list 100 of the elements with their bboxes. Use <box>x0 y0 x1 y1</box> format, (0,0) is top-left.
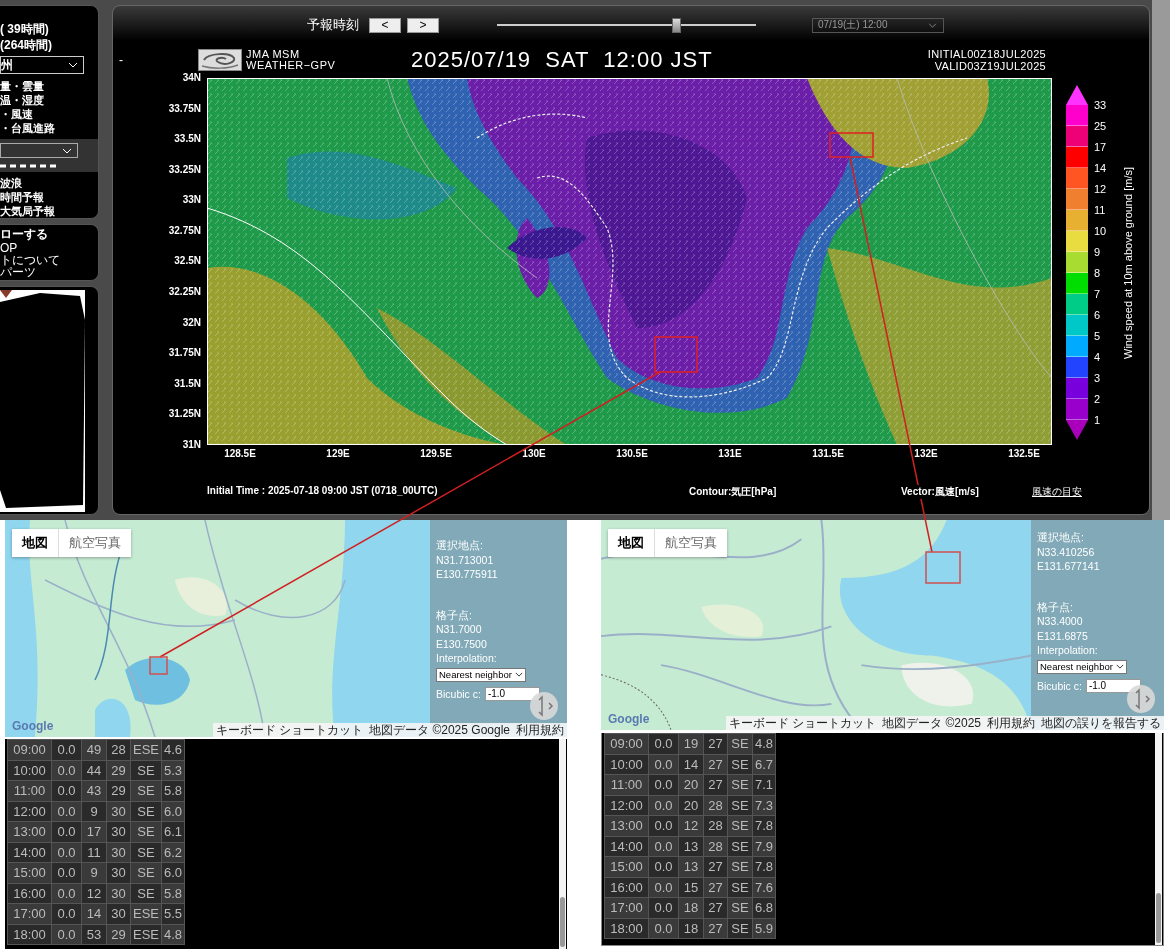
axis-tick-label: 131E <box>718 448 742 460</box>
attribution-link[interactable]: 地図の誤りを報告する <box>1041 716 1161 730</box>
scale-label: 33 <box>1094 98 1108 113</box>
menu-item[interactable]: 波浪 <box>0 176 98 190</box>
map-type-tab[interactable]: 航空写真 <box>59 529 131 557</box>
menu-item[interactable]: ・風速 <box>0 107 98 121</box>
previous-button[interactable]: < <box>369 17 401 33</box>
map-logo: Google <box>12 719 54 733</box>
selection-marker <box>925 551 961 584</box>
caret-icon <box>62 147 72 154</box>
table-cell: 4.6 <box>161 739 185 760</box>
interpolation-select[interactable]: Nearest neighbor <box>1037 659 1127 674</box>
info-label: Interpolation: <box>1037 643 1099 658</box>
scale-label: 17 <box>1094 140 1108 155</box>
product-name: WEATHER−GPV <box>246 60 337 71</box>
axis-tick-label: 34N <box>182 72 201 84</box>
menu-link[interactable]: OP <box>0 242 98 254</box>
axis-tick-label: 32.75N <box>168 224 201 237</box>
table-cell: 17:00 <box>604 897 649 918</box>
scale-label: 12 <box>1094 182 1108 197</box>
bicubic-field[interactable]: -1.0 <box>1085 678 1141 693</box>
map-type-tab[interactable]: 地図 <box>608 529 655 557</box>
menu-item[interactable]: 温・湿度 <box>0 93 98 107</box>
wind-guide-link[interactable]: 風速の目安 <box>1032 485 1082 499</box>
info-value: E130.7500 <box>436 636 488 651</box>
caret-icon <box>928 22 937 28</box>
caret-icon <box>1116 664 1124 669</box>
table-cell: 09:00 <box>604 733 649 754</box>
table-cell: SE <box>727 733 753 754</box>
menu-item[interactable]: 量・雲量 <box>0 79 98 93</box>
table-cell: 18:00 <box>604 918 649 939</box>
scale-label: 6 <box>1094 308 1102 323</box>
time-select[interactable]: 07/19(土) 12:00 <box>812 17 944 33</box>
table-cell: 14:00 <box>7 842 52 863</box>
info-value: N31.713001 <box>436 552 495 567</box>
pan-control-icon[interactable] <box>529 691 559 721</box>
attribution-link[interactable]: 地図データ ©2025 <box>882 716 981 730</box>
table-cell: 27 <box>703 733 728 754</box>
axis-tick-label: 31.75N <box>168 347 201 360</box>
scale-label: 3 <box>1094 371 1102 386</box>
scrollbar[interactable] <box>1152 0 1170 520</box>
menu-link[interactable]: パーツ <box>0 266 98 278</box>
pan-control-icon[interactable] <box>1126 684 1156 714</box>
menu-item[interactable]: 大気局予報 <box>0 204 98 218</box>
table-cell: 12:00 <box>7 801 52 822</box>
info-label: Bicubic c: <box>1037 678 1082 693</box>
info-value: E130.775911 <box>436 567 499 582</box>
table-cell: 09:00 <box>7 739 52 760</box>
map-type-tab[interactable]: 航空写真 <box>655 529 727 557</box>
caret-icon <box>68 62 78 68</box>
selection-marker <box>149 656 168 675</box>
initial-time-note: Initial Time : 2025-07-18 09:00 JST (0718_00UTC) <box>207 485 438 499</box>
info-label: 格子点: <box>436 607 473 622</box>
table-cell: ESE <box>130 739 162 760</box>
table-cell: 16:00 <box>604 877 649 898</box>
info-value: N33.410256 <box>1037 544 1096 559</box>
axis-tick-label: 128.5E <box>224 448 256 460</box>
model-name: JMA MSM <box>246 49 301 60</box>
table-cell: 10:00 <box>604 754 649 775</box>
scrollbar[interactable] <box>559 739 566 949</box>
scale-label: 2 <box>1094 392 1102 407</box>
initial-time: INITIAL00Z18JUL2025 <box>927 48 1046 60</box>
menu-item[interactable]: 時間予報 <box>0 190 98 204</box>
table-cell: 19 <box>678 733 704 754</box>
valid-time: VALID03Z19JUL2025 <box>934 60 1046 72</box>
attribution-link[interactable]: 利用規約 <box>516 723 564 737</box>
map-type-tab[interactable]: 地図 <box>12 529 59 557</box>
attribution-link[interactable]: 利用規約 <box>987 716 1035 730</box>
axis-tick-label: 132E <box>914 448 938 460</box>
table-cell: 13:00 <box>604 815 649 836</box>
info-value: E131.677141 <box>1037 559 1101 574</box>
forecast-range[interactable]: ( 39時間) <box>0 21 98 37</box>
scale-label: 9 <box>1094 245 1102 260</box>
interpolation-select[interactable]: Nearest neighbor <box>436 667 526 682</box>
selection-marker <box>654 336 698 373</box>
contour-note: Contour:気圧[hPa] <box>689 485 777 499</box>
next-button[interactable]: > <box>407 17 439 33</box>
scrollbar[interactable] <box>1155 733 1162 945</box>
selection-marker <box>829 132 874 158</box>
attribution-link[interactable]: 地図データ ©2025 Google <box>369 723 510 737</box>
forecast-range[interactable]: (264時間) <box>0 37 98 53</box>
table-cell: 13:00 <box>7 821 52 842</box>
bicubic-field[interactable]: -1.0 <box>484 686 540 701</box>
attribution-link[interactable]: キーボード ショートカット <box>215 723 364 737</box>
attribution-link[interactable]: キーボード ショートカット <box>728 716 877 730</box>
info-value: N33.4000 <box>1037 614 1084 629</box>
table-cell: 15:00 <box>604 856 649 877</box>
menu-item[interactable]: ・台風進路 <box>0 121 98 135</box>
axis-tick-label: 31N <box>182 438 201 451</box>
info-label: 格子点: <box>1037 599 1074 614</box>
menu-link[interactable]: トについて <box>0 254 98 266</box>
axis-tick-label: 32N <box>182 316 201 329</box>
axis-tick-label: 131.5E <box>812 448 844 460</box>
table-cell: 12:00 <box>604 795 649 816</box>
scale-label: 7 <box>1094 287 1102 302</box>
dropdown[interactable] <box>0 143 78 158</box>
region-select[interactable]: 州 <box>0 56 84 74</box>
info-label: 選択地点: <box>1037 530 1085 545</box>
table-cell: 28 <box>106 739 131 760</box>
slider-thumb[interactable] <box>671 17 681 33</box>
